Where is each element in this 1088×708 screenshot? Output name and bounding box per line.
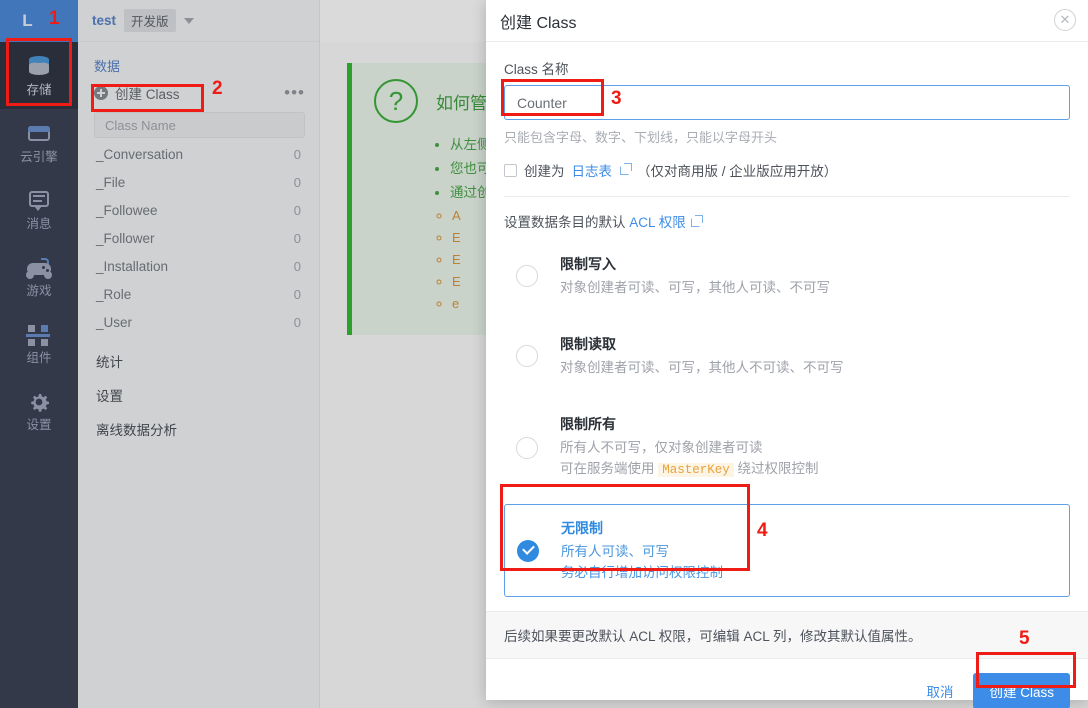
acl-option-desc-2: 务必自行增加访问权限控制 xyxy=(561,565,723,580)
acl-option-desc: 对象创建者可读、可写，其他人不可读、不可写 xyxy=(560,360,844,375)
external-link-icon xyxy=(620,162,632,175)
acl-option-text: 限制写入 对象创建者可读、可写，其他人可读、不可写 xyxy=(560,254,830,298)
class-name-input[interactable]: Counter xyxy=(504,85,1070,120)
dialog-title: 创建 Class xyxy=(500,14,577,32)
acl-option-desc-2: 可在服务端使用 MasterKey 绕过权限控制 xyxy=(560,458,819,481)
app-root: L 存储 云引擎 消息 游戏 组件 设置 test 开发版 数据 创建 Clas… xyxy=(0,0,1088,708)
dialog-footer: 取消 创建 Class xyxy=(486,659,1088,708)
acl-section: 设置数据条目的默认 ACL 权限 限制写入 对象创建者可读、可写，其他人可读、不… xyxy=(504,196,1070,597)
log-table-checkbox[interactable] xyxy=(504,163,517,177)
acl-option-title: 无限制 xyxy=(561,520,603,536)
masterkey-code-tag: MasterKey xyxy=(658,463,734,477)
acl-option-title: 限制读取 xyxy=(560,336,616,352)
radio-icon[interactable] xyxy=(516,345,538,367)
acl-heading: 设置数据条目的默认 ACL 权限 xyxy=(504,211,1070,231)
cancel-button[interactable]: 取消 xyxy=(922,675,957,707)
acl-option-title: 限制所有 xyxy=(560,416,616,432)
acl-option-restrict-all[interactable]: 限制所有 所有人不可写，仅对象创建者可读 可在服务端使用 MasterKey 绕… xyxy=(504,401,1070,494)
acl-option-restrict-read[interactable]: 限制读取 对象创建者可读、可写，其他人不可读、不可写 xyxy=(504,321,1070,391)
acl-desc-post: 绕过权限控制 xyxy=(737,461,819,476)
acl-option-text: 限制读取 对象创建者可读、可写，其他人不可读、不可写 xyxy=(560,334,844,378)
acl-option-desc: 所有人不可写，仅对象创建者可读 xyxy=(560,440,763,455)
acl-option-text: 无限制 所有人可读、可写 务必自行增加访问权限控制 xyxy=(561,518,723,583)
external-link-icon xyxy=(690,215,703,227)
acl-option-restrict-write[interactable]: 限制写入 对象创建者可读、可写，其他人可读、不可写 xyxy=(504,241,1070,311)
log-table-suffix: （仅对商用版 / 企业版应用开放） xyxy=(637,164,838,179)
class-name-input-value: Counter xyxy=(517,94,567,111)
log-table-prefix: 创建为 xyxy=(524,164,565,179)
radio-icon[interactable] xyxy=(516,265,538,287)
close-icon[interactable]: ✕ xyxy=(1054,9,1076,31)
radio-checked-icon[interactable] xyxy=(517,539,539,562)
class-name-label: Class 名称 xyxy=(504,62,569,77)
acl-option-text: 限制所有 所有人不可写，仅对象创建者可读 可在服务端使用 MasterKey 绕… xyxy=(560,414,819,481)
acl-heading-prefix: 设置数据条目的默认 xyxy=(504,215,626,230)
class-name-hint: 只能包含字母、数字、下划线，只能以字母开头 xyxy=(504,130,778,145)
create-class-dialog: 创建 Class ✕ Class 名称 Counter 只能包含字母、数字、下划… xyxy=(486,0,1088,708)
acl-option-title: 限制写入 xyxy=(560,256,616,272)
acl-option-desc: 对象创建者可读、可写，其他人可读、不可写 xyxy=(560,280,830,295)
log-table-link[interactable]: 日志表 xyxy=(572,160,613,180)
acl-option-desc: 所有人可读、可写 xyxy=(561,544,669,559)
acl-option-unrestricted[interactable]: 无限制 所有人可读、可写 务必自行增加访问权限控制 xyxy=(504,504,1070,597)
acl-desc-pre: 可在服务端使用 xyxy=(560,461,655,476)
create-class-submit-button[interactable]: 创建 Class xyxy=(973,673,1070,708)
dialog-note: 后续如果要更改默认 ACL 权限，可编辑 ACL 列，修改其默认值属性。 xyxy=(486,611,1088,659)
log-table-checkbox-row: 创建为 日志表 （仅对商用版 / 企业版应用开放） xyxy=(504,160,1070,180)
dialog-body: Class 名称 Counter 只能包含字母、数字、下划线，只能以字母开头 创… xyxy=(486,42,1088,597)
dialog-header: 创建 Class ✕ xyxy=(486,0,1088,42)
radio-icon[interactable] xyxy=(516,436,538,459)
acl-heading-link[interactable]: ACL 权限 xyxy=(629,215,686,230)
